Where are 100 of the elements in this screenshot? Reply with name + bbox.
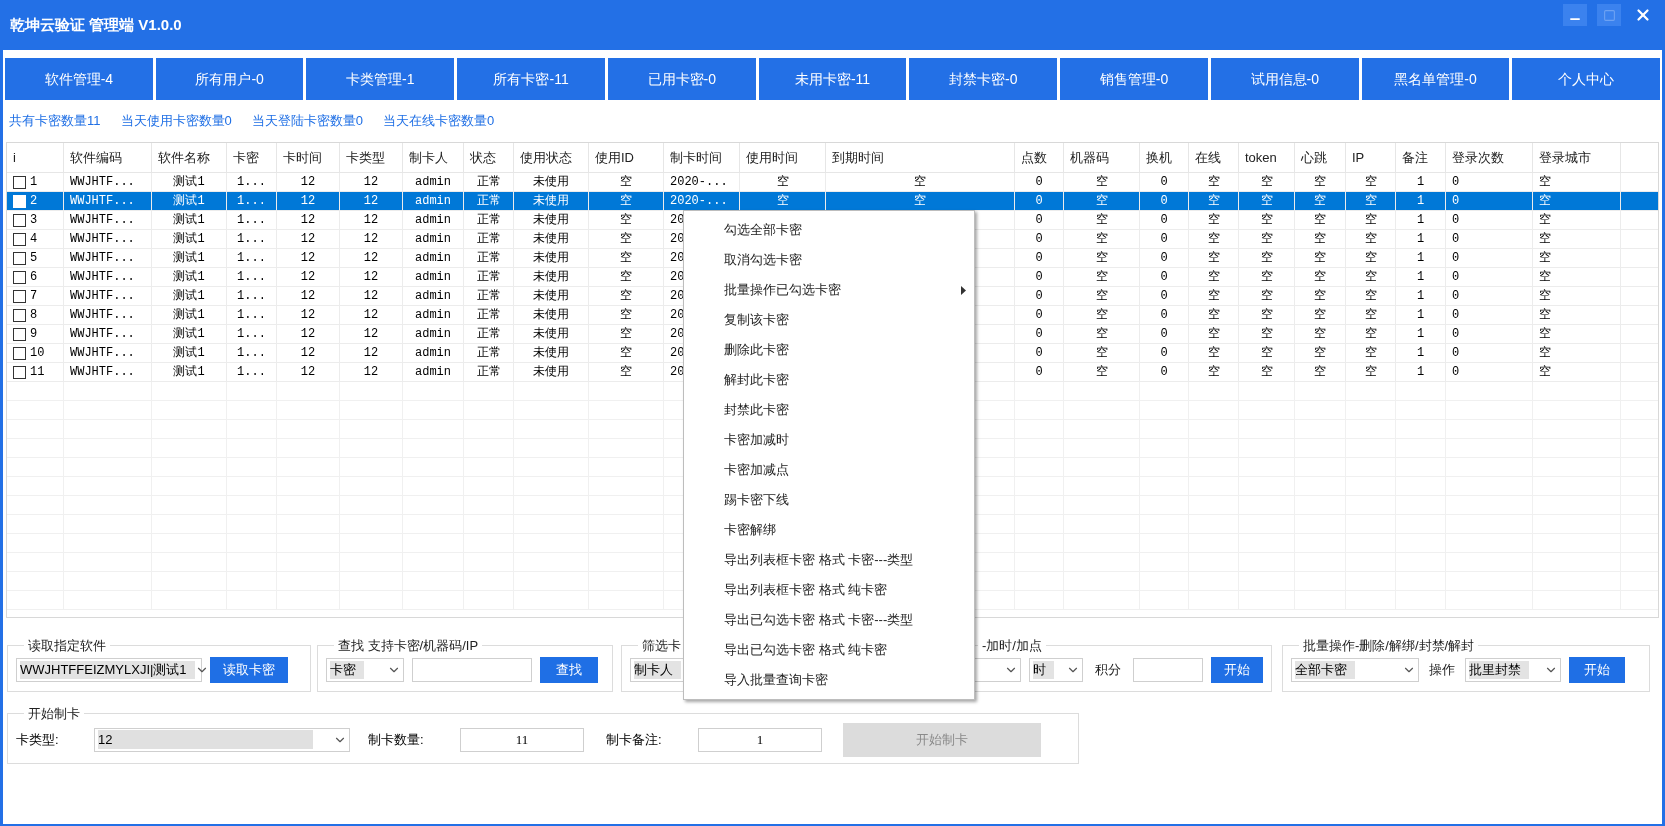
column-header[interactable]: IP [1346,143,1396,172]
menu-item[interactable]: 封禁此卡密 [684,395,974,425]
checkbox[interactable] [13,213,26,227]
column-header[interactable]: 换机 [1140,143,1189,172]
column-header[interactable]: i [7,143,64,172]
table-cell-text: WWJHTF... [70,193,135,210]
checkbox[interactable] [13,365,26,379]
minimize-button[interactable] [1563,4,1587,26]
column-header[interactable]: 制卡人 [403,143,464,172]
table-cell-text: 测试1 [173,231,205,248]
table-cell-text: 0 [1160,345,1168,362]
table-cell-text: 1... [237,212,266,229]
table-cell-text: 空 [1260,250,1273,267]
table-cell-text: 0 [1452,326,1460,343]
table-cell-text: 12 [300,193,316,210]
menu-item[interactable]: 导出列表框卡密 格式 卡密---类型 [684,545,974,575]
nav-tab[interactable]: 未用卡密-11 [758,58,907,100]
menu-item[interactable]: 导出列表框卡密 格式 纯卡密 [684,575,974,605]
nav-tab[interactable]: 个人中心 [1512,58,1661,100]
column-header[interactable]: token [1239,143,1295,172]
table-cell-text: admin [415,250,451,267]
column-header[interactable]: 卡密 [227,143,277,172]
menu-item[interactable]: 导入批量查询卡密 [684,665,974,695]
table-cell-text: 空 [1539,212,1551,229]
menu-item[interactable]: 卡密解绑 [684,515,974,545]
nav-tab[interactable]: 封禁卡密-0 [909,58,1058,100]
card-count-field[interactable]: 11 [460,727,584,752]
table-cell-text: 0 [1035,288,1043,305]
search-type-select[interactable]: 卡密 [326,657,404,682]
column-header[interactable]: 备注 [1396,143,1446,172]
checkbox[interactable] [13,327,26,341]
nav-tab[interactable]: 卡类管理-1 [306,58,455,100]
nav-tab[interactable]: 黑名单管理-0 [1361,58,1510,100]
table-cell-text: 空 [1314,250,1326,267]
checkbox[interactable] [13,270,26,284]
operation-select[interactable]: 批里封禁 [1465,657,1561,682]
column-header[interactable]: 使用时间 [740,143,826,172]
menu-item[interactable]: 导出已勾选卡密 格式 卡密---类型 [684,605,974,635]
checkbox[interactable] [13,232,26,246]
action-button[interactable]: 开始 [1211,656,1263,683]
table-cell-text: 空 [1095,231,1108,248]
column-header[interactable]: 软件编码 [64,143,152,172]
column-header[interactable]: 软件名称 [152,143,227,172]
table-cell-text: 0 [1035,364,1043,381]
checkbox[interactable] [13,251,26,265]
column-header[interactable]: 机器码 [1064,143,1140,172]
table-cell-text: 空 [1095,212,1108,229]
card-type-select[interactable]: 12 [94,727,350,752]
nav-tab[interactable]: 所有卡密-11 [457,58,605,100]
table-cell-text: 空 [914,193,926,210]
menu-item[interactable]: 卡密加减时 [684,425,974,455]
nav-tab[interactable]: 销售管理-0 [1060,58,1208,100]
operation-label: 操作 [1428,660,1456,679]
column-header[interactable]: 到期时间 [826,143,1015,172]
action-button[interactable]: 读取卡密 [210,656,288,683]
column-header[interactable]: 心跳 [1295,143,1346,172]
column-header[interactable]: 登录城市 [1533,143,1621,172]
column-header[interactable]: 点数 [1015,143,1064,172]
table-cell-text: 空 [1207,288,1220,305]
group-title: 读取指定软件 [27,637,107,655]
unit-select[interactable]: 时 [1029,657,1083,682]
menu-item[interactable]: 踢卡密下线 [684,485,974,515]
row-number: 7 [30,288,38,305]
checkbox[interactable] [13,289,26,303]
nav-tab[interactable]: 软件管理-4 [5,58,153,100]
column-header[interactable]: 状态 [464,143,514,172]
menu-item[interactable]: 导出已勾选卡密 格式 纯卡密 [684,635,974,665]
column-header[interactable]: 登录次数 [1446,143,1533,172]
table-cell-text: 1 [1416,231,1425,248]
nav-tab[interactable]: 试用信息-0 [1210,58,1359,100]
checkbox[interactable] [13,175,26,189]
nav-tab[interactable]: 所有用户-0 [155,58,304,100]
column-header[interactable]: 卡类型 [340,143,403,172]
column-header[interactable]: 使用ID [589,143,664,172]
table-cell-text: 空 [1260,345,1273,362]
menu-item[interactable]: 卡密加减点 [684,455,974,485]
table-cell-text: 1 [1416,212,1425,229]
table-cell-text: WWJHTF... [70,212,135,229]
checkbox[interactable] [13,308,26,322]
window-title: 乾坤云验证 管理端 V1.0.0 [10,14,182,35]
scope-select[interactable]: 全部卡密 [1291,657,1419,682]
table-row[interactable]: 2 WWJHTF... 测试1 1... 12 12 admin 正常 未使用 空 2020-... 空 空 0 空 0 空 空 空 空 1 0 空 [7,192,1658,211]
table-cell-text: 空 [1364,307,1377,324]
card-note-field[interactable]: 1 [698,727,822,752]
column-header[interactable]: 在线 [1189,143,1239,172]
checkbox[interactable] [13,346,26,360]
table-cell-text: 空 [620,288,632,305]
table-cell-text: 0 [1035,193,1043,210]
points-field[interactable] [1133,657,1203,682]
table-cell-text: 空 [1539,345,1551,362]
column-header[interactable]: 制卡时间 [664,143,740,172]
column-header[interactable]: 卡时间 [277,143,340,172]
menu-item[interactable]: 解封此卡密 [684,365,974,395]
column-header[interactable]: 使用状态 [514,143,589,172]
table-cell-text: 空 [1095,307,1108,324]
action-button[interactable]: 查找 [540,656,598,683]
nav-tab[interactable]: 已用卡密-0 [607,58,756,100]
search-field[interactable] [412,657,532,682]
table-cell-text: 0 [1452,269,1460,286]
action-button[interactable]: 开始 [1569,656,1625,683]
